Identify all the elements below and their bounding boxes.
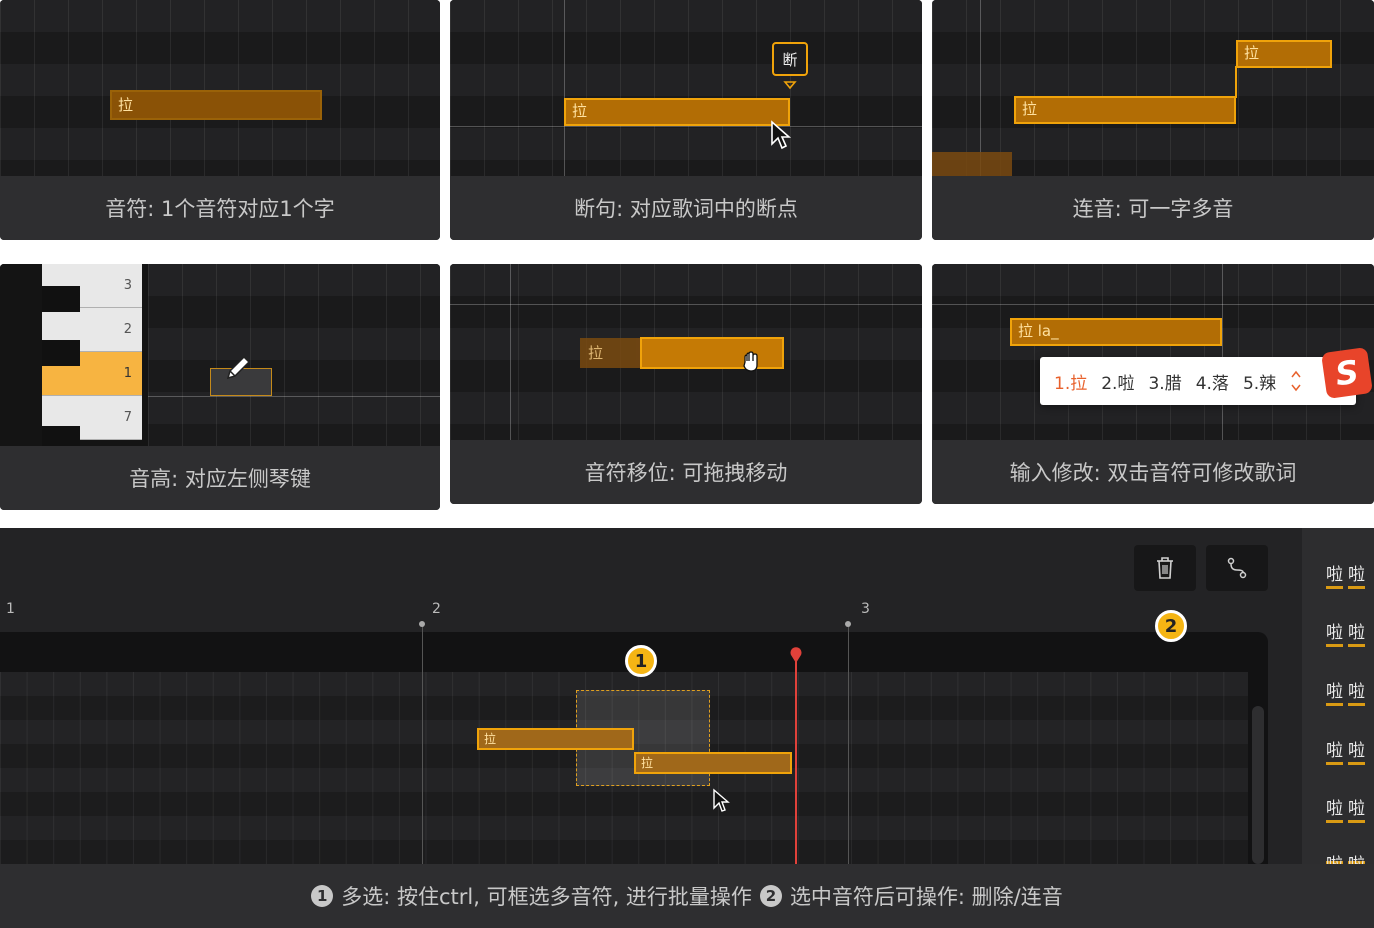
- arrow-cursor-icon: [771, 120, 792, 150]
- lyric-row: 啦啦: [1326, 677, 1365, 706]
- note-input-text: 拉 la_: [1018, 322, 1059, 340]
- panel-move: 拉 音符移位: 可拖拽移动: [450, 264, 922, 504]
- black-key[interactable]: [42, 340, 80, 366]
- caption-text-2: 选中音符后可操作: 删除/连音: [789, 885, 1063, 909]
- caption: 断句: 对应歌词中的断点: [450, 176, 922, 240]
- ime-candidate[interactable]: 4.落: [1196, 369, 1229, 394]
- ime-candidate[interactable]: 3.腊: [1148, 369, 1181, 394]
- ime-candidate-bar: 1.拉 2.啦 3.腊 4.落 5.辣: [1040, 357, 1356, 405]
- note-block-selected[interactable]: 拉: [634, 752, 792, 774]
- trash-icon: [1157, 557, 1173, 579]
- page-arrows-icon[interactable]: [1290, 368, 1302, 394]
- caption: 连音: 可一字多音: [932, 176, 1374, 240]
- caption: 音符移位: 可拖拽移动: [450, 440, 922, 504]
- black-key[interactable]: [42, 426, 80, 446]
- piano-roll: 拉 断: [450, 0, 922, 176]
- bar-number: 2: [432, 601, 441, 617]
- bar-number: 1: [6, 601, 15, 617]
- note-block[interactable]: 拉: [110, 90, 322, 120]
- piano-roll: 3 2 1 7: [0, 264, 440, 446]
- caption-number-1: 1: [311, 885, 334, 907]
- arrow-cursor-icon: [713, 788, 730, 812]
- bar-line: [848, 624, 849, 864]
- note-block-selected[interactable]: 拉: [477, 728, 634, 750]
- caption-text-1: 多选: 按住ctrl, 可框选多音符, 进行批量操作: [341, 885, 752, 909]
- caption: 音高: 对应左侧琴键: [0, 446, 440, 510]
- lyric-row: 啦啦: [1326, 560, 1365, 589]
- note-block-previous[interactable]: [932, 152, 1012, 176]
- step-badge-1: 1: [625, 645, 657, 677]
- piano-roll: 拉 la_ 1.拉 2.啦 3.腊 4.落 5.辣 S: [932, 264, 1374, 440]
- ime-candidate[interactable]: 5.辣: [1243, 369, 1276, 394]
- caption-number-2: 2: [759, 885, 782, 907]
- panel-edit: 拉 la_ 1.拉 2.啦 3.腊 4.落 5.辣 S 输入修改: 双击音符可修…: [932, 264, 1374, 504]
- note-input-field[interactable]: 拉 la_: [1010, 318, 1222, 346]
- playhead-handle-icon[interactable]: [789, 646, 803, 664]
- ime-logo-icon: S: [1321, 347, 1373, 399]
- note-lyric: 拉: [1244, 44, 1260, 62]
- lyric-item[interactable]: 啦: [1326, 560, 1343, 589]
- chevron-down-icon: [783, 81, 797, 90]
- lyric-item[interactable]: 啦: [1326, 677, 1343, 706]
- step-badge-2: 2: [1155, 610, 1187, 642]
- ime-candidate-selected[interactable]: 1.拉: [1054, 369, 1087, 394]
- note-lyric: 拉: [118, 96, 134, 114]
- lyric-row: 啦啦: [1326, 850, 1365, 864]
- panel-legato: 拉 拉 连音: 可一字多音: [932, 0, 1374, 240]
- lyric-item[interactable]: 啦: [1348, 677, 1365, 706]
- piano-roll: 拉 拉: [932, 0, 1374, 176]
- lyric-row: 啦啦: [1326, 794, 1365, 823]
- lyric-item[interactable]: 啦: [1326, 736, 1343, 765]
- caption: 输入修改: 双击音符可修改歌词: [932, 440, 1374, 504]
- lyric-item[interactable]: 啦: [1348, 794, 1365, 823]
- note-block-legato[interactable]: 拉: [1236, 40, 1332, 68]
- piano-roll: 拉: [450, 264, 922, 440]
- lyric-item[interactable]: 啦: [1326, 618, 1343, 647]
- black-key[interactable]: [42, 286, 80, 312]
- lyric-row: 啦啦: [1326, 618, 1365, 647]
- link-icon: [1227, 557, 1247, 579]
- lyric-row: 啦啦: [1326, 736, 1365, 765]
- break-label: 断: [782, 50, 798, 69]
- delete-button[interactable]: [1134, 545, 1196, 591]
- legato-connector: [1235, 66, 1237, 98]
- ime-candidate[interactable]: 2.啦: [1101, 369, 1134, 394]
- bar-line: [422, 624, 423, 864]
- lyric-item[interactable]: 啦: [1326, 794, 1343, 823]
- playhead-line: [795, 660, 797, 864]
- panel-pitch: 3 2 1 7 音高: 对应左侧琴键: [0, 264, 440, 510]
- piano-roll: 拉: [0, 0, 440, 176]
- lyric-item[interactable]: 啦: [1348, 736, 1365, 765]
- panel-note: 拉 音符: 1个音符对应1个字: [0, 0, 440, 240]
- note-block[interactable]: 拉: [564, 98, 790, 126]
- note-block[interactable]: 拉: [1014, 96, 1236, 124]
- lyric-item[interactable]: 啦: [1348, 850, 1365, 864]
- pencil-icon: [226, 355, 251, 380]
- lyric-item[interactable]: 啦: [1348, 618, 1365, 647]
- bar-marker: [419, 621, 425, 627]
- break-marker[interactable]: 断: [772, 42, 808, 76]
- panel-break: 拉 断 断句: 对应歌词中的断点: [450, 0, 922, 240]
- note-lyric: 拉: [588, 344, 604, 362]
- caption: 音符: 1个音符对应1个字: [0, 176, 440, 240]
- lyric-item[interactable]: 啦: [1348, 560, 1365, 589]
- legato-button[interactable]: [1206, 545, 1268, 591]
- bar-marker: [845, 621, 851, 627]
- note-lyric: 拉: [572, 102, 588, 120]
- vertical-scrollbar[interactable]: [1252, 706, 1264, 864]
- note-lyric: 拉: [1022, 100, 1038, 118]
- note-lyric: 拉: [641, 756, 654, 770]
- hand-icon: [743, 351, 758, 372]
- note-lyric: 拉: [484, 732, 497, 746]
- bottom-caption: 1 多选: 按住ctrl, 可框选多音符, 进行批量操作 2 选中音符后可操作:…: [0, 864, 1374, 928]
- bar-number: 3: [861, 601, 870, 617]
- lyric-item[interactable]: 啦: [1326, 850, 1343, 864]
- note-block-origin[interactable]: 拉: [580, 338, 644, 368]
- piano-keys: 3 2 1 7: [0, 264, 148, 446]
